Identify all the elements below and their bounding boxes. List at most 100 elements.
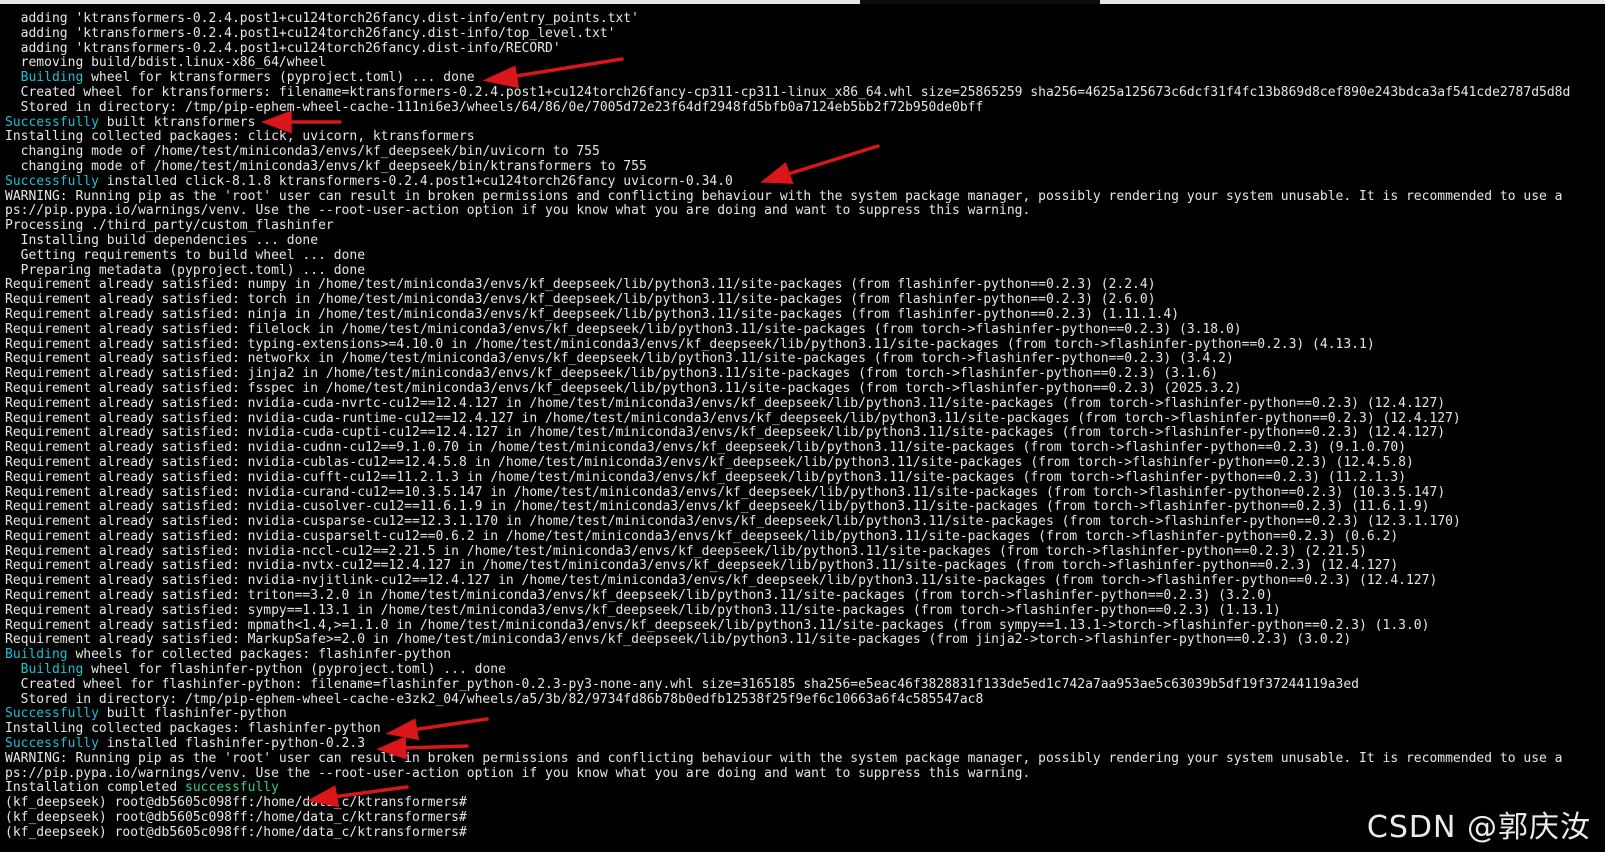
terminal-line: Requirement already satisfied: nvidia-cu… <box>5 484 1605 501</box>
terminal-line: Requirement already satisfied: torch in … <box>5 292 1605 308</box>
terminal-line: Processing ./third_party/custom_flashinf… <box>5 218 1605 234</box>
terminal-text: Requirement already satisfied: nvidia-cu… <box>5 410 1461 426</box>
terminal-text: Getting requirements to build wheel ... … <box>5 247 366 263</box>
terminal-line: Requirement already satisfied: MarkupSaf… <box>5 633 1605 648</box>
terminal-text: Successfully <box>5 736 99 752</box>
terminal-text: Installing collected packages: flashinfe… <box>5 721 381 737</box>
terminal-line: Building wheel for flashinfer-python (py… <box>5 662 1605 678</box>
terminal-text: 9.1.0.70 <box>396 440 459 456</box>
terminal-line: Successfully built ktransformers <box>5 114 1605 131</box>
terminal-text: Created wheel for ktransformers: filenam… <box>5 84 1571 100</box>
terminal-line: Successfully built flashinfer-python <box>5 707 1605 722</box>
terminal-text: Requirement already satisfied: typing-ex… <box>5 336 1375 352</box>
terminal-line: ps://pip.pypa.io/warnings/venv. Use the … <box>5 203 1605 219</box>
terminal-text: 12.4.5.8 <box>404 454 467 470</box>
terminal-line: Requirement already satisfied: nvidia-cu… <box>5 529 1605 545</box>
terminal-line: Requirement already satisfied: triton==3… <box>5 588 1605 604</box>
terminal-text: ) <box>1406 454 1414 470</box>
terminal-text: 11.6.1.9 <box>1359 499 1422 515</box>
terminal-line: Requirement already satisfied: nvidia-nc… <box>5 544 1605 560</box>
terminal-text: Requirement already satisfied: nvidia-cu… <box>5 484 405 500</box>
terminal-line: Requirement already satisfied: nvidia-cu… <box>5 410 1605 427</box>
terminal-text: Requirement already satisfied: nvidia-cu… <box>5 395 1446 411</box>
terminal-text: in /home/test/miniconda3/envs/kf_deepsee… <box>482 484 1360 500</box>
terminal-text: Requirement already satisfied: fsspec in… <box>5 380 1242 396</box>
terminal-line: Requirement already satisfied: mpmath<1.… <box>5 617 1605 634</box>
terminal-text: removing build/bdist.linux-x86_64/wheel <box>5 55 326 71</box>
terminal-line: Installation completed successfully <box>5 781 1605 796</box>
tab-strip-right <box>1100 0 1605 4</box>
terminal-text: Requirement already satisfied: nvidia-nv… <box>5 558 1399 574</box>
terminal-text: Requirement already satisfied: nvidia-cu… <box>5 454 405 470</box>
terminal-line: ps://pip.pypa.io/warnings/venv. Use the … <box>5 765 1605 782</box>
terminal-line: Requirement already satisfied: nvidia-cu… <box>5 499 1605 515</box>
terminal-line: Requirement already satisfied: ninja in … <box>5 306 1605 323</box>
terminal-text: Requirement already satisfied: MarkupSaf… <box>5 632 1352 648</box>
terminal-text: (kf_deepseek) root@db5605c098ff:/home/da… <box>5 795 467 811</box>
terminal-text: Processing ./third_party/custom_flashinf… <box>5 218 334 234</box>
terminal-text: Requirement already satisfied: networkx … <box>5 351 1234 367</box>
terminal-text: adding 'ktransformers-0.2.4.post1+cu124t… <box>5 25 616 41</box>
terminal-text: 12.3.1.170 <box>1374 514 1453 530</box>
terminal-text: Installing collected packages: click, uv… <box>5 129 475 145</box>
terminal-text: ) <box>1452 514 1461 530</box>
terminal-text: ) <box>1421 499 1430 515</box>
terminal-text: wheels for collected packages: flashinfe… <box>67 647 452 663</box>
terminal-text: (kf_deepseek) root@db5605c098ff:/home/da… <box>5 824 467 840</box>
terminal-text: successfully <box>185 780 279 796</box>
terminal-text: Stored in directory: /tmp/pip-ephem-whee… <box>5 99 984 115</box>
terminal-text: in /home/test/miniconda3/envs/kf_deepsee… <box>458 469 1336 485</box>
terminal-line: Requirement already satisfied: nvidia-cu… <box>5 440 1605 456</box>
terminal-text: changing mode of /home/test/miniconda3/e… <box>5 158 647 174</box>
terminal-line: adding 'ktransformers-0.2.4.post1+cu124t… <box>5 25 1605 42</box>
terminal-text: in /home/test/miniconda3/envs/kf_deepsee… <box>458 440 1336 456</box>
terminal-text: ) <box>1171 306 1180 322</box>
terminal-text: Preparing metadata (pyproject.toml) ... … <box>5 262 366 278</box>
terminal-text: in /home/test/miniconda3/envs/kf_deepsee… <box>466 454 1344 470</box>
terminal-line: adding 'ktransformers-0.2.4.post1+cu124t… <box>5 12 1605 27</box>
terminal-text: Requirement already satisfied: nvidia-cu… <box>5 514 420 530</box>
terminal-line: Requirement already satisfied: jinja2 in… <box>5 366 1605 382</box>
terminal-text: installed click-8.1.8 ktransformers-0.2.… <box>98 173 733 189</box>
terminal-line: Requirement already satisfied: typing-ex… <box>5 336 1605 353</box>
terminal-text: Requirement already satisfied: mpmath<1.… <box>5 617 1430 633</box>
terminal-text: adding 'ktransformers-0.2.4.post1+cu124t… <box>5 12 639 26</box>
csdn-watermark: CSDN @郭庆汝 <box>1366 810 1591 845</box>
terminal-text: 12.3.1.170 <box>419 514 499 530</box>
terminal-text: Stored in directory: /tmp/pip-ephem-whee… <box>5 691 984 707</box>
terminal-text: Requirement already satisfied: numpy in … <box>5 277 1156 293</box>
terminal-text: ps://pip.pypa.io/warnings/venv. Use the … <box>5 765 1031 781</box>
terminal-text: Requirement already satisfied: torch in … <box>5 292 1156 308</box>
terminal-text: Requirement already satisfied: triton==3… <box>5 588 1273 604</box>
terminal-text: Requirement already satisfied: ninja in … <box>5 306 1109 322</box>
terminal-output[interactable]: adding 'ktransformers-0.2.4.post1+cu124t… <box>5 12 1605 852</box>
terminal-text: Requirement already satisfied: filelock … <box>5 321 1242 337</box>
terminal-line: Stored in directory: /tmp/pip-ephem-whee… <box>5 691 1605 708</box>
terminal-line: Requirement already satisfied: nvidia-nv… <box>5 573 1605 589</box>
window-top-strip <box>0 0 1605 4</box>
terminal-text: Requirement already satisfied: jinja2 in… <box>5 366 1219 382</box>
terminal-text: Building <box>20 662 84 678</box>
tab-strip-left <box>0 0 860 4</box>
terminal-line: Requirement already satisfied: nvidia-cu… <box>5 514 1605 530</box>
terminal-line: changing mode of /home/test/miniconda3/e… <box>5 158 1605 175</box>
terminal-text: ) <box>1398 440 1407 456</box>
terminal-text: Successfully <box>5 173 99 189</box>
terminal-text: Requirement already satisfied: nvidia-cu… <box>5 499 420 515</box>
terminal-text: in /home/test/miniconda3/envs/kf_deepsee… <box>482 499 1360 515</box>
terminal-line: WARNING: Running pip as the 'root' user … <box>5 189 1605 205</box>
terminal-text: wheel for ktransformers (pyproject.toml)… <box>83 70 475 86</box>
terminal-text: Created wheel for flashinfer-python: fil… <box>5 676 1360 692</box>
terminal-text: Successfully <box>5 706 99 722</box>
terminal-line: Requirement already satisfied: nvidia-cu… <box>5 469 1605 486</box>
terminal-text: 10.3.5.147 <box>404 484 483 500</box>
terminal-line: (kf_deepseek) root@db5605c098ff:/home/da… <box>5 795 1605 811</box>
terminal-line: Preparing metadata (pyproject.toml) ... … <box>5 262 1605 279</box>
terminal-line: Requirement already satisfied: fsspec in… <box>5 380 1605 397</box>
terminal-text: built ktransformers <box>98 114 256 130</box>
terminal-text: 12.4.5.8 <box>1343 454 1407 470</box>
terminal-line: Created wheel for flashinfer-python: fil… <box>5 676 1605 693</box>
terminal-text: Requirement already satisfied: nvidia-cu… <box>5 425 1446 441</box>
terminal-line: Requirement already satisfied: filelock … <box>5 321 1605 338</box>
